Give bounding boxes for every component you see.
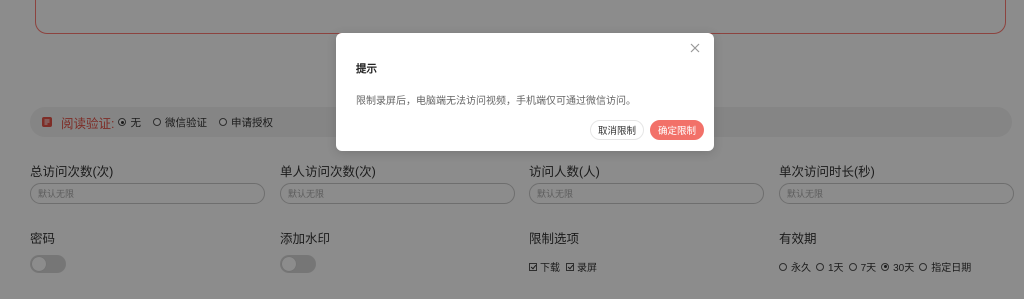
cancel-limit-button[interactable]: 取消限制	[589, 120, 644, 140]
confirm-limit-button[interactable]: 确定限制	[649, 120, 704, 140]
dialog-message: 限制录屏后，电脑端无法访问视频，手机端仅可通过微信访问。	[356, 96, 636, 107]
confirm-dialog: 提示 限制录屏后，电脑端无法访问视频，手机端仅可通过微信访问。 取消限制 确定限…	[336, 33, 714, 151]
close-icon[interactable]	[688, 41, 702, 55]
dialog-buttons: 取消限制 确定限制	[589, 120, 704, 140]
dialog-title: 提示	[356, 63, 377, 75]
